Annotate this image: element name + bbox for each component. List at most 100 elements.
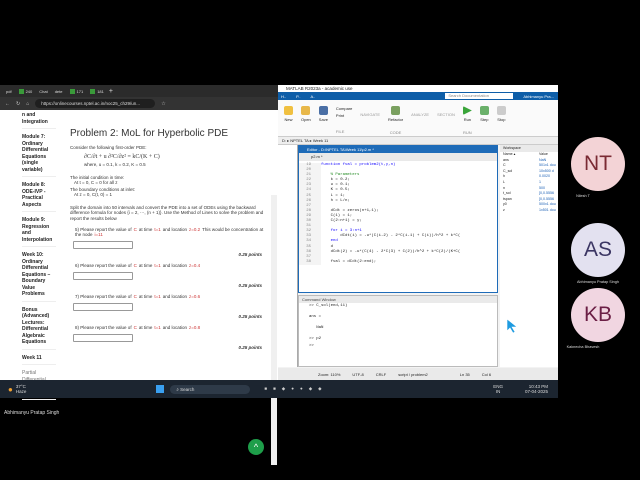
- editor-tab-p2[interactable]: p2.m *: [299, 153, 497, 161]
- participant-avatar[interactable]: AS: [571, 223, 625, 277]
- button-label: New: [284, 117, 293, 122]
- question: 7) Please report the value of Cat time t=1…: [75, 294, 270, 299]
- button-label: Stop: [497, 117, 506, 122]
- scroll-to-top-button[interactable]: ^: [248, 439, 264, 455]
- tab-label: dete: [54, 88, 63, 94]
- command-window[interactable]: Command Window >> C_sol(end,11) ans = NaN…: [298, 295, 498, 367]
- participant-name: Abhimanyu Pratap Singh: [576, 280, 619, 284]
- taskbar-search[interactable]: ⌕ Search: [170, 384, 251, 394]
- avatar-initials: NT: [584, 152, 612, 175]
- question-number: 6): [75, 263, 80, 268]
- open-button[interactable]: Open: [301, 106, 311, 136]
- command-line: NaN: [309, 326, 324, 330]
- navigate-button[interactable]: NAVIGATE: [360, 106, 380, 136]
- answer-input[interactable]: [73, 272, 133, 280]
- button-label: Run: [463, 117, 472, 122]
- refresh-icon[interactable]: ↻: [16, 101, 20, 107]
- tab-label: Chat: [39, 88, 48, 94]
- command-line: >> p2: [309, 337, 322, 341]
- time-value: t=1: [154, 227, 161, 232]
- new-button[interactable]: New: [284, 106, 293, 136]
- ribbon-tab[interactable]: H..: [281, 94, 286, 99]
- points-label: 0.25 points: [238, 252, 262, 257]
- browser-tab[interactable]: Chat: [37, 87, 49, 96]
- stop-icon: [496, 106, 506, 115]
- participant-avatar[interactable]: KB: [571, 288, 625, 342]
- section-button[interactable]: SECTION: [437, 106, 455, 136]
- location-value: z=0.8: [189, 325, 201, 330]
- url-input[interactable]: https://onlinecourses.nptel.ac.in/noc25_…: [35, 99, 156, 108]
- browser-scrollbar[interactable]: [271, 195, 277, 465]
- location-value: z=0.6: [189, 294, 201, 299]
- browser-tab[interactable]: dete: [53, 87, 65, 96]
- sidebar-item[interactable]: Module 9: Regression and Interpolation: [22, 217, 56, 247]
- ribbon-tab[interactable]: P..: [296, 94, 300, 99]
- refactor-button[interactable]: Refactor CODE: [388, 106, 403, 136]
- question-text: at time: [138, 263, 153, 268]
- analyze-button[interactable]: ANALYZE: [411, 106, 429, 136]
- workspace-variable[interactable]: z 1x501 dou: [500, 208, 558, 214]
- editor-title: Editor - D:\NPTEL TA\Week 11\p2.m *: [299, 146, 497, 153]
- search-label: Search: [180, 386, 195, 392]
- weather-widget[interactable]: 37°C Haze: [16, 384, 27, 394]
- back-icon[interactable]: ←: [5, 101, 10, 107]
- answer-input[interactable]: [73, 241, 133, 249]
- compare-button[interactable]: Compare: [336, 106, 352, 111]
- browser-tab-bar: pdf 240 Chat dete 171 181 +: [0, 85, 278, 97]
- browser-tab[interactable]: 240: [17, 87, 35, 96]
- language-indicator[interactable]: ENG IN: [493, 384, 503, 394]
- toolstrip: New Open Save Compare Print FILE NAVIGATE …: [278, 100, 558, 137]
- current-folder-panel[interactable]: [278, 145, 298, 367]
- workspace-title: Workspace: [500, 145, 558, 152]
- boundary-condition: At z = 0, C(t, 0) = 1: [74, 192, 113, 197]
- step-button[interactable]: Step: [479, 106, 489, 136]
- section-label: RUN: [463, 130, 472, 135]
- browser-tab[interactable]: pdf: [4, 87, 14, 96]
- problem-title: Problem 2: MoL for Hyperbolic PDE: [70, 128, 229, 139]
- mouse-cursor-icon: [506, 318, 518, 334]
- tab-favicon-icon: [90, 88, 96, 94]
- answer-input[interactable]: [73, 334, 133, 342]
- ribbon-tab[interactable]: A..: [311, 94, 316, 99]
- sidebar-item[interactable]: Week 11: [22, 355, 56, 365]
- start-icon[interactable]: [156, 385, 165, 393]
- question-text: Please report the value of: [80, 325, 132, 330]
- clock[interactable]: 10:43 PM 07-04-2025: [525, 384, 548, 394]
- sidebar-item[interactable]: Module 7: Ordinary Differential Equation…: [22, 134, 56, 177]
- search-documentation-input[interactable]: Search Documentation: [445, 93, 514, 99]
- current-folder-path[interactable]: D: ▸ NPTEL TA ▸ Week 11: [278, 137, 558, 145]
- browser-tab[interactable]: 171: [68, 87, 86, 96]
- sidebar-item[interactable]: Bonus (Advanced) Lectures: Differential …: [22, 307, 56, 350]
- save-icon: [318, 106, 328, 115]
- sidebar-item[interactable]: Module 8: ODE-IVP - Practical Aspects: [22, 182, 56, 212]
- command-line: ans =: [309, 315, 322, 319]
- section-label: FILE: [335, 129, 345, 134]
- question: 6) Please report the value of Cat time t=1…: [75, 263, 270, 268]
- run-button[interactable]: Run RUN: [462, 106, 472, 136]
- code-area[interactable]: 19 function fval = problem2(t,y,n) 20 21 % …: [299, 161, 497, 265]
- sidebar-item[interactable]: n and Integration: [22, 112, 56, 129]
- participant-avatar[interactable]: NT: [571, 137, 625, 191]
- points-label: 0.25 points: [238, 345, 262, 350]
- command-line: >>: [309, 344, 314, 348]
- favorites-icon[interactable]: ☆: [161, 101, 165, 107]
- editor-panel: Editor - D:\NPTEL TA\Week 11\p2.m * p2.m…: [298, 145, 498, 293]
- question-text: at time: [138, 294, 153, 299]
- home-icon[interactable]: ⌂: [26, 101, 29, 107]
- instructions: Split the domain into 50 intervals and c…: [70, 205, 264, 221]
- tab-label: 240: [25, 88, 33, 94]
- new-tab-icon[interactable]: +: [109, 88, 113, 95]
- answer-input[interactable]: [73, 303, 133, 311]
- weather-condition: Haze: [15, 389, 27, 394]
- save-button[interactable]: Save: [319, 106, 328, 136]
- section-label: CODE: [389, 130, 402, 135]
- user-account[interactable]: Abhimanyu Pra...: [523, 94, 558, 99]
- sidebar-item[interactable]: Week 10: Ordinary Differential Equations…: [22, 252, 56, 302]
- windows-taskbar: ● 37°C Haze ⌕ Search ■■◆●●◆◆ ENG IN 10:43 …: [0, 380, 558, 398]
- variable: C: [133, 294, 137, 299]
- print-button[interactable]: Print: [336, 113, 344, 118]
- code-text: fval = dCdt(2:end);: [321, 259, 377, 264]
- stop-button[interactable]: Stop: [496, 106, 506, 136]
- variable: C: [133, 325, 137, 330]
- browser-tab[interactable]: 181: [88, 87, 106, 96]
